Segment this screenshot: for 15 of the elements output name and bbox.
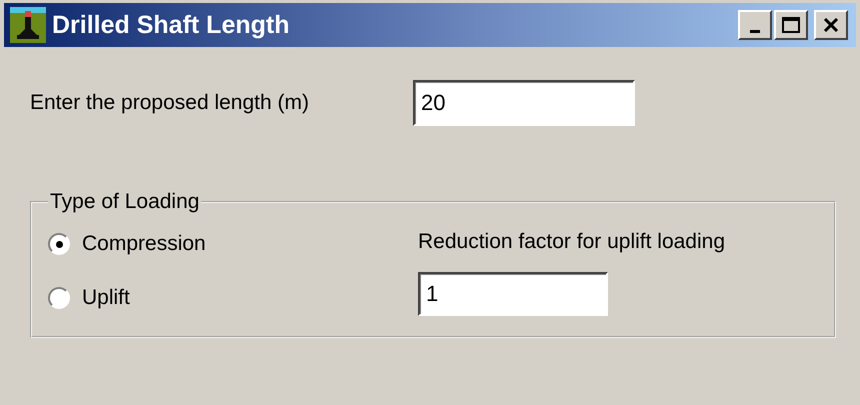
- radio-option[interactable]: Compression: [48, 232, 418, 256]
- maximize-icon: [782, 17, 800, 33]
- minimize-icon: [750, 30, 760, 32]
- reduction-field[interactable]: 1: [418, 272, 608, 316]
- reduction-label: Reduction factor for uplift loading: [418, 230, 726, 254]
- minimize-button[interactable]: [738, 10, 772, 40]
- close-icon: [823, 18, 839, 32]
- close-button[interactable]: [814, 10, 848, 40]
- window-title: Drilled Shaft Length: [52, 10, 290, 40]
- app-icon: [10, 7, 46, 43]
- length-label: Enter the proposed length (m): [30, 91, 310, 115]
- radio-option[interactable]: Uplift: [48, 286, 418, 310]
- length-field[interactable]: 20: [413, 80, 635, 126]
- maximize-button[interactable]: [774, 10, 808, 40]
- group-title: Type of Loading: [49, 190, 200, 214]
